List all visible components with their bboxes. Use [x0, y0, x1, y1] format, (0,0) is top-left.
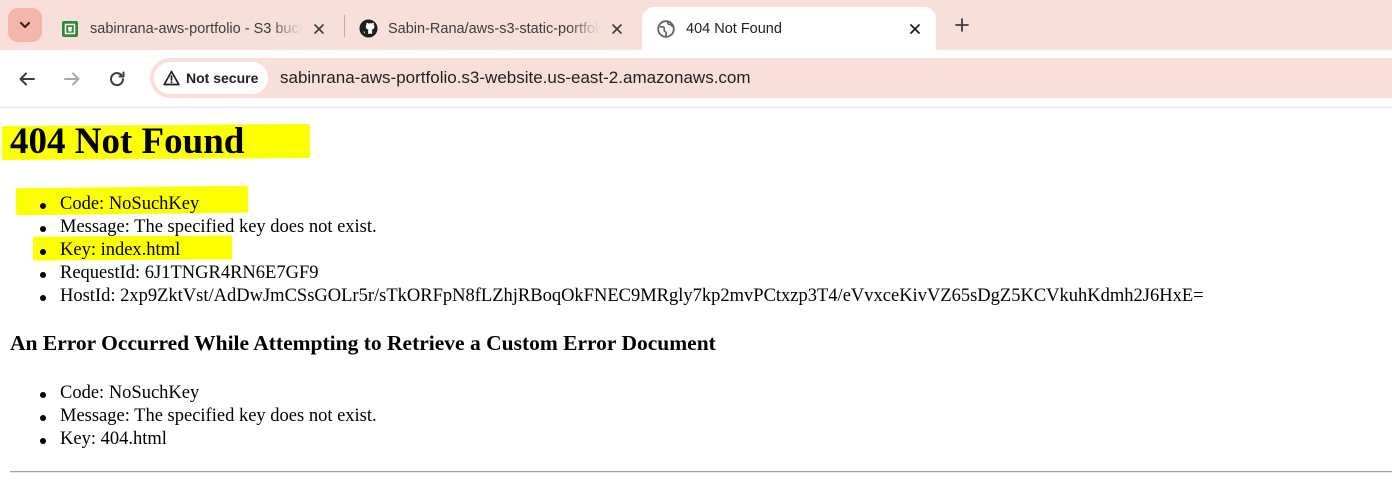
list-item: Key: index.html: [0, 239, 1204, 262]
close-tab-icon[interactable]: [606, 18, 628, 40]
list-item: Key: 404.html: [0, 428, 377, 451]
page-content: 404 Not Found Code: NoSuchKey Message: T…: [0, 108, 1392, 498]
error-document-heading: An Error Occurred While Attempting to Re…: [10, 331, 716, 355]
security-label: Not secure: [186, 70, 259, 86]
chevron-down-icon: [19, 21, 31, 29]
tab-title: sabinrana-aws-portfolio - S3 bucket: [90, 20, 302, 37]
list-item: RequestId: 6J1TNGR4RN6E7GF9: [0, 262, 1204, 285]
arrow-right-icon: [64, 72, 80, 86]
new-tab-button[interactable]: [948, 11, 976, 39]
browser-toolbar: Not secure sabinrana-aws-portfolio.s3-we…: [0, 50, 1392, 108]
tab-404-not-found[interactable]: 404 Not Found: [642, 7, 936, 50]
tab-search-button[interactable]: [8, 8, 42, 42]
back-button[interactable]: [12, 64, 42, 94]
reload-icon: [110, 71, 125, 87]
plus-icon: [955, 18, 969, 32]
custom-error-details-list: Code: NoSuchKey Message: The specified k…: [0, 382, 377, 451]
list-item: Message: The specified key does not exis…: [0, 405, 377, 428]
reload-button[interactable]: [102, 64, 132, 94]
error-details-list: Code: NoSuchKey Message: The specified k…: [0, 193, 1204, 308]
arrow-left-icon: [19, 72, 35, 86]
tab-github-repo[interactable]: Sabin-Rana/aws-s3-static-portfolio: [344, 7, 638, 50]
address-bar[interactable]: Not secure sabinrana-aws-portfolio.s3-we…: [150, 58, 1392, 98]
globe-icon: [656, 19, 676, 39]
close-tab-icon[interactable]: [308, 18, 330, 40]
tab-title: 404 Not Found: [686, 20, 782, 37]
tab-title: Sabin-Rana/aws-s3-static-portfolio: [388, 20, 600, 37]
forward-button[interactable]: [57, 64, 87, 94]
security-chip[interactable]: Not secure: [154, 62, 269, 94]
list-item: HostId: 2xp9ZktVst/AdDwJmCSsGOLr5r/sTkOR…: [0, 285, 1204, 308]
warning-icon: [163, 70, 180, 86]
page-title: 404 Not Found: [10, 121, 245, 162]
tab-s3-bucket[interactable]: sabinrana-aws-portfolio - S3 bucket: [46, 7, 340, 50]
url-text[interactable]: sabinrana-aws-portfolio.s3-website.us-ea…: [280, 68, 751, 88]
list-item: Code: NoSuchKey: [0, 193, 1204, 216]
list-item: Message: The specified key does not exis…: [0, 216, 1204, 239]
horizontal-rule: [10, 471, 1392, 473]
tab-strip: sabinrana-aws-portfolio - S3 bucket Sabi…: [0, 0, 1392, 50]
close-tab-icon[interactable]: [904, 18, 926, 40]
github-icon: [358, 19, 378, 39]
aws-s3-icon: [60, 19, 80, 39]
list-item: Code: NoSuchKey: [0, 382, 377, 405]
